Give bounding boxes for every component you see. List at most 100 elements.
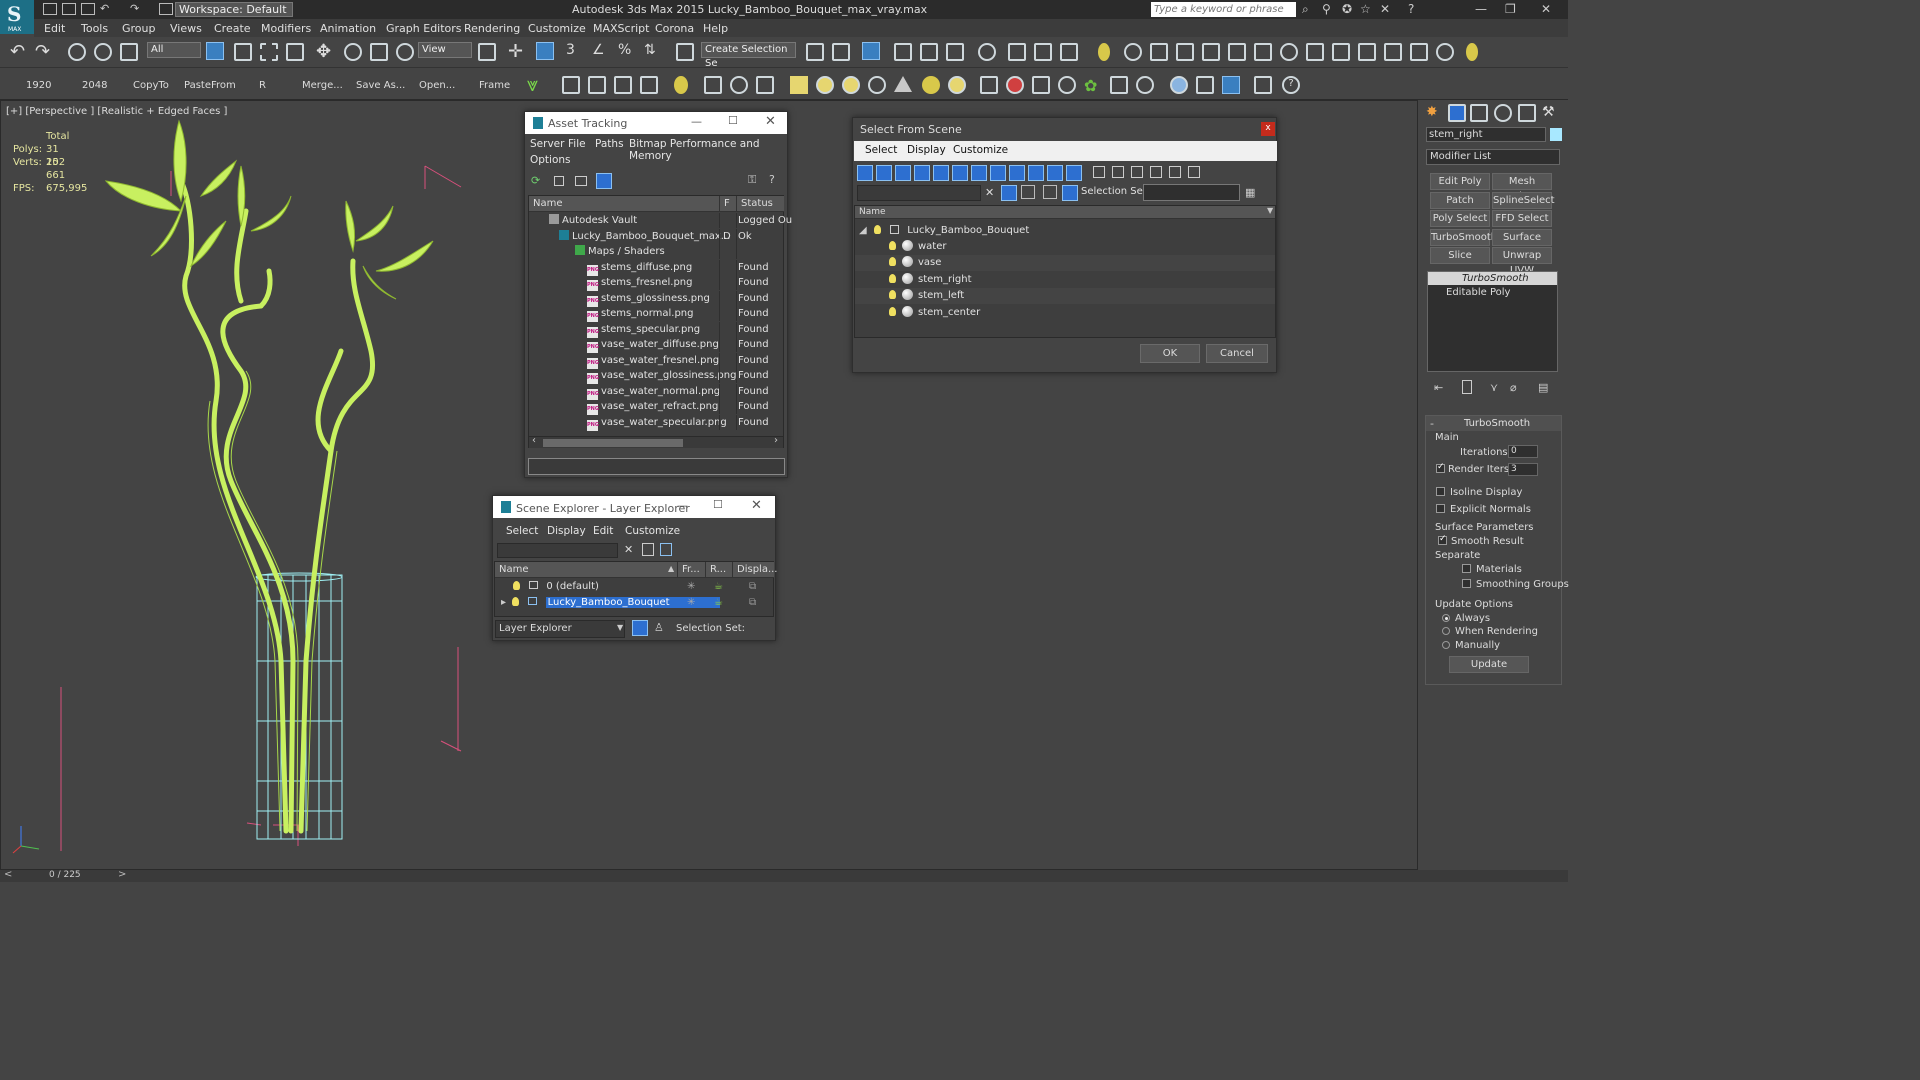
search-icon[interactable]: ⚲ [1322,2,1331,16]
teapot-icon[interactable] [562,76,580,94]
hierarchy-tab-icon[interactable] [1470,104,1488,122]
teapot-shape-icon[interactable] [868,76,886,94]
col-display-header[interactable]: Displa... [732,562,777,578]
vray-physical-camera-icon[interactable] [1410,43,1428,61]
layer-manager-icon[interactable] [1222,76,1240,94]
menu-display[interactable]: Display [907,144,946,156]
col-name-header[interactable]: Name [529,196,719,212]
always-radio[interactable] [1442,614,1450,622]
merge-button[interactable]: Merge... [302,80,343,91]
scene-explorer-titlebar[interactable]: Scene Explorer - Layer Explorer — ☐ ✕ [493,496,775,518]
grid-icon[interactable] [640,76,658,94]
menu-group[interactable]: Group [122,22,156,35]
vray-plane-icon[interactable] [1358,43,1376,61]
menu-help[interactable]: Help [703,22,728,35]
percent-snap-icon[interactable]: % [618,42,631,58]
refresh-icon[interactable]: ⟳ [531,174,540,187]
vray-proxy-icon[interactable] [1306,43,1324,61]
configure-modifier-sets-icon[interactable]: ▤ [1538,381,1548,394]
menu-modifiers[interactable]: Modifiers [261,22,311,35]
mirror-icon[interactable] [806,43,824,61]
stack-item-turbosmooth[interactable]: TurboSmooth [1428,272,1557,285]
render-teapot-icon[interactable]: ☕ [714,579,723,594]
tree-row-object[interactable]: stem_center [855,305,1275,321]
patch-select-button[interactable]: Patch Select [1430,192,1490,221]
clear-find-icon[interactable]: ✕ [985,186,994,199]
menu-customize[interactable]: Customize [625,525,680,537]
helpers-filter-icon[interactable] [933,165,949,181]
asset-row[interactable]: PNG stems_specular.png Found [529,321,783,338]
tree-row-object[interactable]: stem_left [855,288,1275,304]
select-from-scene-titlebar[interactable]: Select From Scene x [853,118,1276,140]
scroll-right-icon[interactable]: › [774,435,778,446]
asset-row[interactable]: PNG vase_water_refract.png Found [529,399,783,415]
display-icon[interactable]: ⧉ [749,579,756,594]
angle-snap-icon[interactable]: ∠ [592,42,605,58]
clone-icon[interactable] [1254,76,1272,94]
place-icon[interactable] [396,43,414,61]
bulb-icon[interactable] [889,290,896,300]
render-frame-icon[interactable] [588,76,606,94]
keyboard-shortcut-icon[interactable] [536,42,554,60]
asset-row[interactable]: PNG stems_diffuse.png Found [529,259,783,276]
col-status-header[interactable]: Status [736,196,784,212]
vray-light-icon[interactable] [1228,43,1246,61]
r-button[interactable]: R [259,80,266,91]
selection-set-dropdown[interactable] [1143,184,1240,201]
frozen-filter-icon[interactable] [1047,165,1063,181]
thumbnail-view-icon[interactable] [575,176,587,186]
close-icon[interactable]: ✕ [765,114,776,129]
network-icon[interactable] [1032,76,1050,94]
bulb-icon[interactable] [512,597,520,606]
hierarchy-mode-icon[interactable]: ♙ [654,621,664,634]
open-button[interactable]: Open... [419,80,455,91]
help-icon[interactable]: ? [1408,2,1414,16]
align-icon[interactable] [832,43,850,61]
table-view-icon[interactable] [596,173,612,189]
scroll-left-icon[interactable]: ‹ [532,435,536,446]
exchange-icon[interactable]: ✕ [1380,2,1390,16]
particles-icon[interactable] [980,76,998,94]
rendered-frame-icon[interactable] [1034,43,1052,61]
close-icon[interactable]: ✕ [1541,2,1551,16]
asset-row[interactable]: PNG vase_water_normal.png Found [529,383,783,400]
new-file-icon[interactable] [43,3,57,15]
bulb-icon[interactable] [889,306,896,316]
render-setup-icon[interactable] [1008,43,1026,61]
globe-icon[interactable] [1058,76,1076,94]
cone-icon[interactable] [894,76,912,92]
slice-button[interactable]: Slice [1430,247,1490,264]
sphere-icon[interactable] [842,76,860,94]
display-all-icon[interactable] [1093,166,1105,178]
sun-icon[interactable] [1124,43,1142,61]
col-f-header[interactable]: F [719,196,736,212]
move-icon[interactable]: ✥ [316,41,331,62]
selection-filter-dropdown[interactable]: All [147,42,201,58]
explorer-type-dropdown[interactable]: Layer Explorer [495,620,625,638]
bulb-icon[interactable] [873,225,881,234]
rollout-header[interactable]: - TurboSmooth [1426,416,1561,431]
clear-find-icon[interactable]: ✕ [624,543,633,556]
minimize-icon[interactable]: — [691,115,702,128]
vray-fur-icon[interactable] [1332,43,1350,61]
remove-modifier-icon[interactable]: ⌀ [1510,381,1517,394]
isoline-display-checkbox[interactable] [1436,487,1445,496]
xrefs-filter-icon[interactable] [990,165,1006,181]
menu-bitmap-performance[interactable]: Bitmap Performance and Memory [629,138,787,162]
create-tab-icon[interactable]: ✸ [1426,104,1444,122]
select-object-icon[interactable] [206,42,224,60]
render-iters-checkbox[interactable] [1436,462,1445,473]
sort-icon[interactable] [1169,166,1181,178]
layer-row-default[interactable]: 0 (default) ✳ ☕ ⧉ [495,579,774,595]
minimize-icon[interactable]: — [1475,2,1487,16]
tree-name-header[interactable]: Name [855,206,1275,219]
reference-coordinate-dropdown[interactable]: View [418,42,472,58]
render-icon[interactable] [1060,43,1078,61]
hair-icon[interactable] [1110,76,1128,94]
camera-icon[interactable] [1150,43,1168,61]
asset-row[interactable]: PNG vase_water_specular.png Found [529,414,783,431]
asset-row[interactable]: PNG vase_water_diffuse.png Found [529,337,783,353]
object-name-field[interactable]: stem_right [1426,127,1546,142]
light-sphere-icon[interactable] [948,76,966,94]
invert-display-icon[interactable] [1131,166,1143,178]
